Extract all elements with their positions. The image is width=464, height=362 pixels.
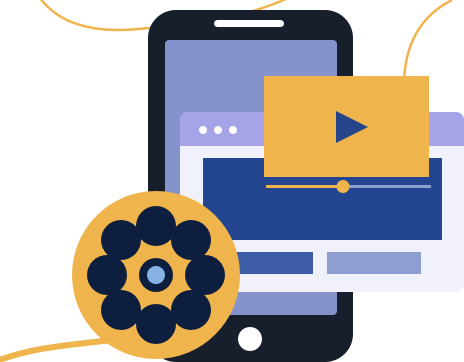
- reel-hub-center: [147, 266, 165, 284]
- phone-speaker: [214, 20, 284, 27]
- reel-hole-top: [136, 206, 176, 246]
- reel-hole-right: [185, 255, 225, 295]
- video-player-panel: [264, 76, 429, 177]
- reel-hole-bottom: [136, 304, 176, 344]
- video-streaming-illustration: [0, 0, 464, 362]
- window-dot-3: [229, 126, 237, 134]
- reel-hole-top-left: [101, 220, 141, 260]
- reel-hole-left: [87, 255, 127, 295]
- content-block-light: [327, 252, 421, 274]
- reel-hole-bottom-left: [101, 290, 141, 330]
- film-reel-icon: [72, 191, 240, 359]
- decorative-curve-bottom-left: [0, 337, 113, 362]
- progress-fill: [266, 185, 343, 188]
- decorative-curve-right: [402, 0, 453, 83]
- window-dot-2: [214, 126, 222, 134]
- phone-home-button: [238, 327, 262, 351]
- reel-hole-bottom-right: [171, 290, 211, 330]
- window-dot-1: [199, 126, 207, 134]
- progress-knob: [336, 180, 350, 193]
- reel-hole-top-right: [171, 220, 211, 260]
